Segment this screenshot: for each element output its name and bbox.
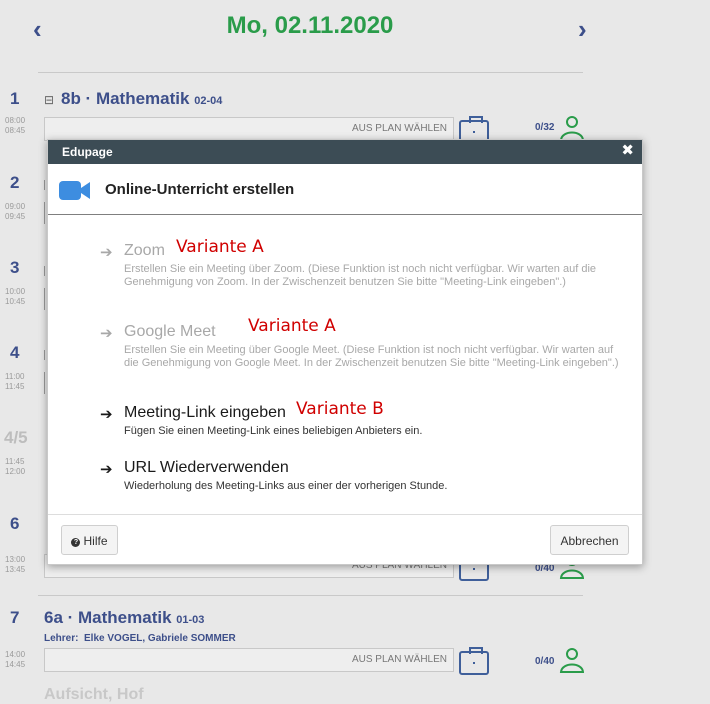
period-time: 11:45 12:00 xyxy=(5,457,26,476)
dialog-titlebar: Edupage ✖ xyxy=(48,140,642,164)
arrow-right-icon: ➔ xyxy=(100,325,113,342)
choose-from-plan-button[interactable]: AUS PLAN WÄHLEN xyxy=(44,648,454,672)
collapse-toggle[interactable]: ⊟ xyxy=(44,93,54,107)
online-lesson-dialog: Edupage ✖ Online-Unterricht erstellen ➔ … xyxy=(47,139,643,565)
students-icon[interactable] xyxy=(556,647,584,673)
arrow-right-icon: ➔ xyxy=(100,406,113,423)
video-camera-icon xyxy=(59,181,90,200)
dialog-app-title: Edupage xyxy=(62,145,113,159)
period-number: 4 xyxy=(10,343,20,362)
option-description: Fügen Sie einen Meeting-Link eines belie… xyxy=(124,425,423,437)
option-reuse-url[interactable]: ➔ URL Wiederverwenden Wiederholung des M… xyxy=(100,459,630,493)
help-label: Hilfe xyxy=(83,534,108,548)
annotation-variant-a: Variante A xyxy=(248,316,336,336)
annotation-variant-a: Variante A xyxy=(176,237,264,257)
question-icon: ? xyxy=(71,538,81,547)
divider xyxy=(48,214,642,215)
period-time: 14:00 14:45 xyxy=(5,650,26,669)
period-number: 2 xyxy=(10,173,20,192)
date-title: Mo, 02.11.2020 xyxy=(226,12,394,39)
choose-from-plan-button[interactable]: AUS PLAN WÄHLEN xyxy=(44,117,454,141)
period-number: 6 xyxy=(10,514,20,533)
arrow-right-icon: ➔ xyxy=(100,461,113,478)
period-number: 3 xyxy=(10,258,20,277)
next-day-button[interactable]: › xyxy=(578,14,587,45)
attendance-count: 0/40 xyxy=(535,656,555,667)
period-time: 10:00 10:45 xyxy=(5,287,26,306)
help-button[interactable]: ? Hilfe xyxy=(61,525,118,555)
option-description: Erstellen Sie ein Meeting über Zoom. (Di… xyxy=(124,263,597,288)
period-time: 08:00 08:45 xyxy=(5,116,26,135)
attendance-count: 0/32 xyxy=(535,122,555,133)
period-time: 09:00 09:45 xyxy=(5,202,26,221)
lesson-title[interactable]: 6a · Mathematik 01-03 xyxy=(44,608,204,628)
option-title: Meeting-Link eingeben xyxy=(124,404,286,421)
divider xyxy=(38,595,583,596)
divider xyxy=(38,72,583,73)
option-google-meet[interactable]: ➔ Google Meet Erstellen Sie ein Meeting … xyxy=(100,323,630,383)
dialog-heading: Online-Unterricht erstellen xyxy=(105,181,295,198)
period-number: 1 xyxy=(10,89,20,108)
option-title: Google Meet xyxy=(124,323,216,340)
students-icon[interactable] xyxy=(556,115,584,141)
divider xyxy=(48,514,642,515)
annotation-variant-b: Variante B xyxy=(296,399,384,419)
option-title: Zoom xyxy=(124,242,165,259)
teacher-line: Lehrer: Elke VOGEL, Gabriele SOMMER xyxy=(44,633,236,644)
period-number: 7 xyxy=(10,608,20,627)
option-description: Erstellen Sie ein Meeting über Google Me… xyxy=(124,344,619,369)
period-number: 4/5 xyxy=(4,428,28,447)
option-title: URL Wiederverwenden xyxy=(124,459,289,476)
close-icon[interactable]: ✖ xyxy=(621,143,634,159)
period-time: 11:00 11:45 xyxy=(5,372,25,391)
briefcase-icon[interactable] xyxy=(459,647,489,675)
cancel-button[interactable]: Abbrechen xyxy=(550,525,629,555)
option-description: Wiederholung des Meeting-Links aus einer… xyxy=(124,480,448,492)
period-time: 13:00 13:45 xyxy=(5,555,26,574)
arrow-right-icon: ➔ xyxy=(100,244,113,261)
next-lesson-title: Aufsicht, Hof xyxy=(44,686,144,703)
lesson-title[interactable]: 8b · Mathematik 02-04 xyxy=(61,89,222,109)
